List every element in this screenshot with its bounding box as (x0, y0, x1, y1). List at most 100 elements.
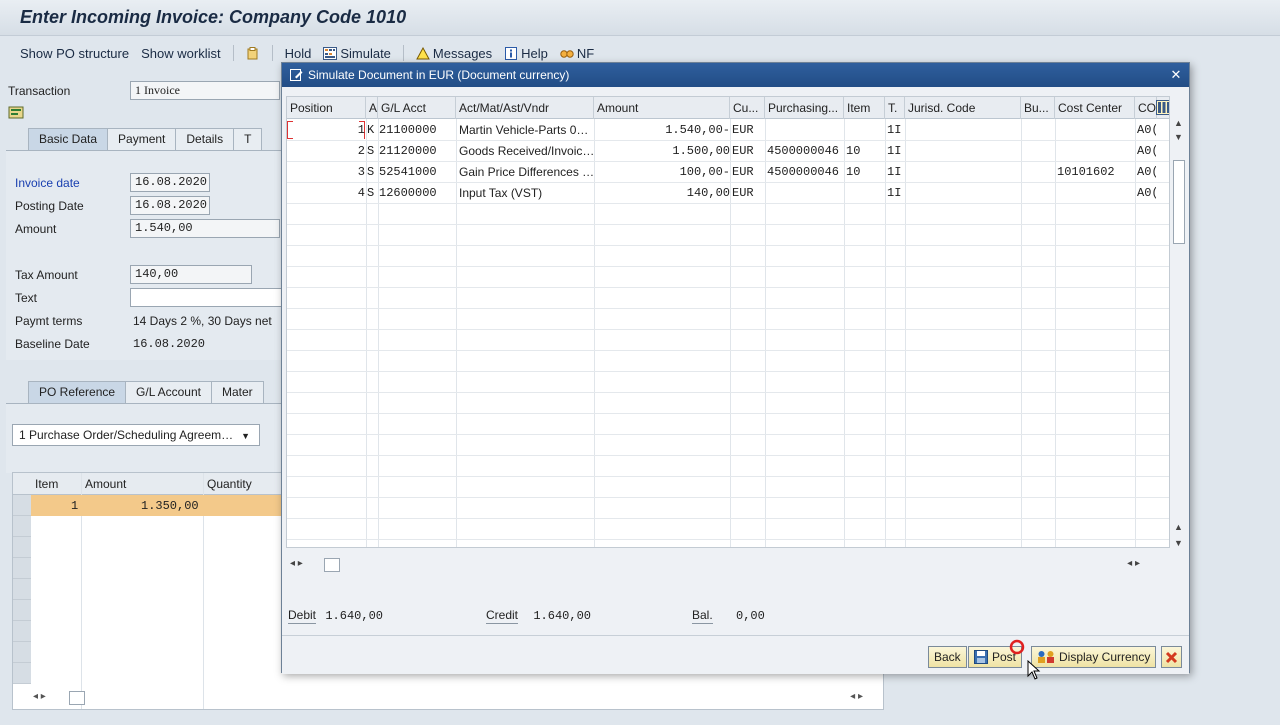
invoice-date-field[interactable]: 16.08.2020 (130, 173, 210, 192)
row-selector[interactable] (13, 600, 31, 621)
toolbar-separator (271, 45, 273, 61)
tab-payment[interactable]: Payment (107, 128, 177, 150)
row-selector[interactable] (13, 537, 31, 558)
help-button[interactable]: Help (498, 43, 554, 64)
nf-button[interactable]: NF (554, 43, 600, 64)
cell-currency: EUR (732, 123, 754, 137)
show-po-structure-button[interactable]: Show PO structure (14, 43, 135, 64)
tab-gl-account[interactable]: G/L Account (125, 381, 212, 403)
row-selector[interactable] (13, 642, 31, 663)
cell-purchasing-doc (767, 182, 844, 203)
po-col-amount: Amount (85, 477, 127, 491)
folder-icon[interactable] (8, 104, 24, 120)
scrollbar-thumb[interactable] (324, 558, 340, 572)
scroll-down-icon[interactable]: ▼ (1174, 132, 1183, 142)
po-col-item: Item (35, 477, 59, 491)
col-act-mat-ast-vndr[interactable]: Act/Mat/Ast/Vndr (456, 97, 594, 119)
col-amount[interactable]: Amount (594, 97, 730, 119)
col-gl-account[interactable]: G/L Acct (378, 97, 456, 119)
amount-label: Amount (15, 222, 57, 236)
debit-label: Debit (288, 608, 317, 624)
row-selector[interactable] (13, 579, 31, 600)
col-account-type[interactable]: A (366, 97, 378, 119)
po-row-amount: 1.350,00 (141, 499, 199, 513)
clipboard-button[interactable] (240, 44, 266, 63)
hold-button[interactable]: Hold (279, 43, 318, 64)
scroll-left-right-icon[interactable]: ◂ ▸ (850, 691, 863, 702)
tab-tax[interactable]: T (233, 128, 263, 150)
scroll-up-icon[interactable]: ▲ (1174, 522, 1183, 532)
dialog-title-bar: Simulate Document in EUR (Document curre… (282, 63, 1189, 87)
toolbar-separator (402, 45, 404, 61)
back-button[interactable]: Back (928, 646, 967, 668)
cell-purchasing-doc: 4500000046 (767, 144, 840, 158)
po-row-item: 1 (71, 499, 79, 513)
click-indicator-icon (1009, 639, 1025, 655)
cell-tax-code: 1I (887, 144, 902, 158)
scrollbar-thumb[interactable] (1173, 160, 1185, 244)
scroll-left-right-icon[interactable]: ◂ ▸ (290, 558, 303, 569)
tab-basic-data[interactable]: Basic Data (28, 128, 109, 150)
warning-icon (416, 46, 430, 59)
col-business-area[interactable]: Bu... (1021, 97, 1055, 119)
row-selector[interactable] (13, 663, 31, 684)
debit-value: 1.640,00 (325, 609, 383, 623)
tax-amount-field[interactable]: 140,00 (130, 265, 252, 284)
balance-value: 0,00 (736, 609, 765, 623)
edit-document-icon (290, 69, 303, 81)
horizontal-scrollbar[interactable]: ◂ ▸ ◂ ▸ (288, 558, 1168, 572)
row-selector[interactable] (13, 621, 31, 642)
cell-amount: 140,00 (686, 186, 730, 200)
cell-co: A0( (1137, 165, 1156, 179)
transaction-select[interactable]: 1 Invoice (130, 81, 280, 100)
col-tax-code[interactable]: T. (885, 97, 905, 119)
scroll-up-icon[interactable]: ▲ (1174, 118, 1183, 128)
cell-position: 2 (357, 144, 365, 158)
amount-field[interactable]: 1.540,00 (130, 219, 280, 238)
reference-document-select[interactable]: 1 Purchase Order/Scheduling Agreem… ▼ (12, 424, 260, 446)
col-jurisdiction-code[interactable]: Jurisd. Code (905, 97, 1021, 119)
info-icon (505, 46, 518, 60)
col-co[interactable]: CO (1135, 97, 1157, 119)
messages-button[interactable]: Messages (410, 43, 498, 64)
cell-co: A0( (1137, 144, 1156, 158)
col-currency[interactable]: Cu... (730, 97, 765, 119)
scroll-left-right-icon[interactable]: ◂ ▸ (33, 691, 46, 702)
close-icon[interactable]: ✕ (1169, 68, 1183, 82)
col-cost-center[interactable]: Cost Center (1055, 97, 1135, 119)
vertical-scrollbar[interactable]: ▲ ▼ ▲ ▼ (1172, 118, 1186, 548)
column-settings-icon[interactable] (1156, 100, 1170, 115)
col-position[interactable]: Position (287, 97, 366, 119)
cell-currency: EUR (732, 144, 754, 158)
show-worklist-button[interactable]: Show worklist (135, 43, 226, 64)
back-label: Back (934, 650, 961, 664)
balance-label: Bal. (692, 608, 713, 624)
text-field[interactable] (130, 288, 282, 307)
simulate-label: Simulate (340, 45, 391, 61)
cancel-button[interactable] (1161, 646, 1182, 668)
scroll-left-right-icon[interactable]: ◂ ▸ (1127, 558, 1140, 569)
reference-document-value: 1 Purchase Order/Scheduling Agreem… (19, 428, 234, 442)
cell-gl-account: 21120000 (379, 144, 437, 158)
cell-amount: 1.540,00- (665, 123, 730, 137)
reference-tab-strip: PO Reference G/L Account Mater (28, 381, 264, 403)
simulate-button[interactable]: Simulate (317, 43, 397, 64)
scroll-down-icon[interactable]: ▼ (1174, 538, 1183, 548)
row-selector[interactable] (13, 495, 31, 516)
posting-date-field[interactable]: 16.08.2020 (130, 196, 210, 215)
horizontal-scrollbar-thumb[interactable] (69, 691, 85, 705)
cell-co: A0( (1137, 123, 1156, 137)
title-bar: Enter Incoming Invoice: Company Code 101… (0, 0, 1280, 36)
col-purchasing-doc[interactable]: Purchasing... (765, 97, 844, 119)
tab-po-reference[interactable]: PO Reference (28, 381, 127, 403)
tab-details[interactable]: Details (175, 128, 235, 150)
col-item[interactable]: Item (844, 97, 885, 119)
display-currency-label: Display Currency (1059, 650, 1151, 664)
dialog-button-bar: Back Post Display Currency (282, 635, 1189, 680)
baseline-date-value: 16.08.2020 (133, 337, 206, 351)
simulate-icon (323, 46, 338, 60)
row-selector[interactable] (13, 558, 31, 579)
row-selector[interactable] (13, 516, 31, 537)
display-currency-button[interactable]: Display Currency (1031, 646, 1157, 668)
tab-material[interactable]: Mater (210, 381, 264, 403)
